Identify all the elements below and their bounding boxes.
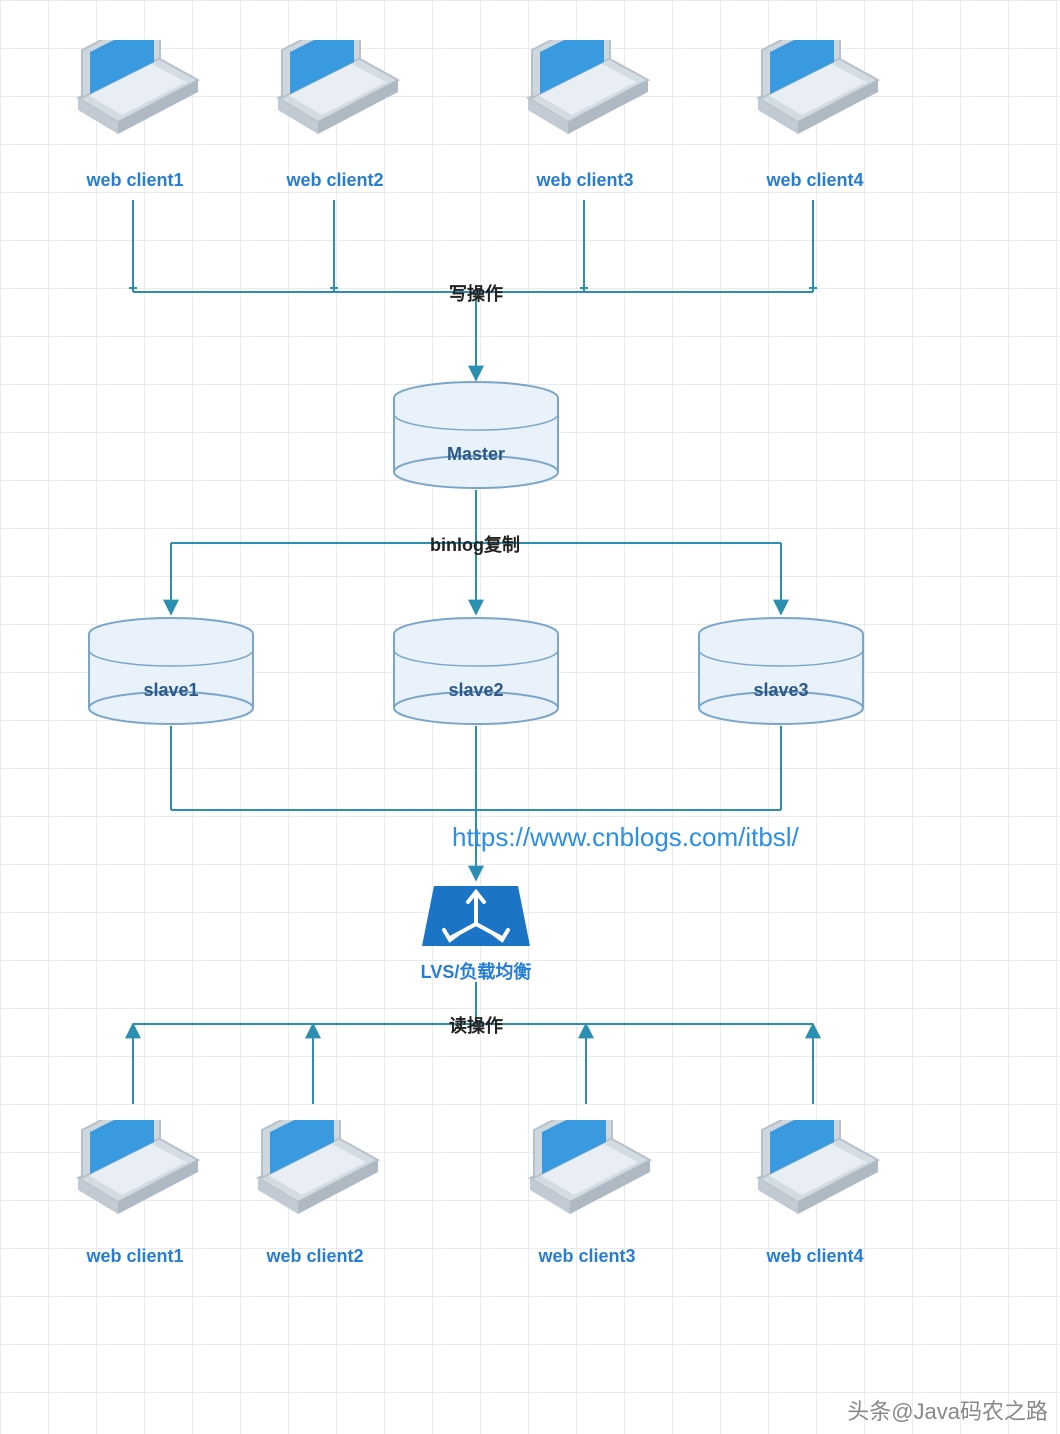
web-client-b3-label: web client3 bbox=[512, 1246, 662, 1267]
laptop-icon bbox=[510, 40, 650, 150]
laptop-icon bbox=[60, 1120, 200, 1230]
watermark-url: https://www.cnblogs.com/itbsl/ bbox=[452, 822, 799, 853]
edge-binlog-label: binlog复制 bbox=[426, 531, 524, 557]
edge-write-label: 写操作 bbox=[445, 280, 507, 306]
diagram-canvas: web client1 web client2 web client3 web … bbox=[0, 0, 1060, 1434]
slave2-db-label: slave2 bbox=[391, 680, 561, 701]
laptop-icon bbox=[60, 40, 200, 150]
web-client-b2-label: web client2 bbox=[240, 1246, 390, 1267]
laptop-icon bbox=[240, 1120, 380, 1230]
laptop-icon bbox=[260, 40, 400, 150]
web-client-b4-label: web client4 bbox=[740, 1246, 890, 1267]
slave2-db-icon bbox=[391, 616, 561, 731]
slave3-db-icon bbox=[696, 616, 866, 731]
master-db-label: Master bbox=[391, 444, 561, 465]
lvs-icon bbox=[420, 880, 532, 957]
web-client-b1-label: web client1 bbox=[60, 1246, 210, 1267]
slave1-db-label: slave1 bbox=[86, 680, 256, 701]
web-client-3-label: web client3 bbox=[510, 170, 660, 191]
edge-read-label: 读操作 bbox=[445, 1012, 507, 1038]
watermark-credit: 头条@Java码农之路 bbox=[847, 1394, 1048, 1426]
web-client-2-label: web client2 bbox=[260, 170, 410, 191]
lvs-label: LVS/负载均衡 bbox=[400, 958, 552, 984]
laptop-icon bbox=[740, 40, 880, 150]
web-client-4-label: web client4 bbox=[740, 170, 890, 191]
laptop-icon bbox=[740, 1120, 880, 1230]
slave3-db-label: slave3 bbox=[696, 680, 866, 701]
master-db-icon bbox=[391, 380, 561, 495]
laptop-icon bbox=[512, 1120, 652, 1230]
web-client-1-label: web client1 bbox=[60, 170, 210, 191]
slave1-db-icon bbox=[86, 616, 256, 731]
